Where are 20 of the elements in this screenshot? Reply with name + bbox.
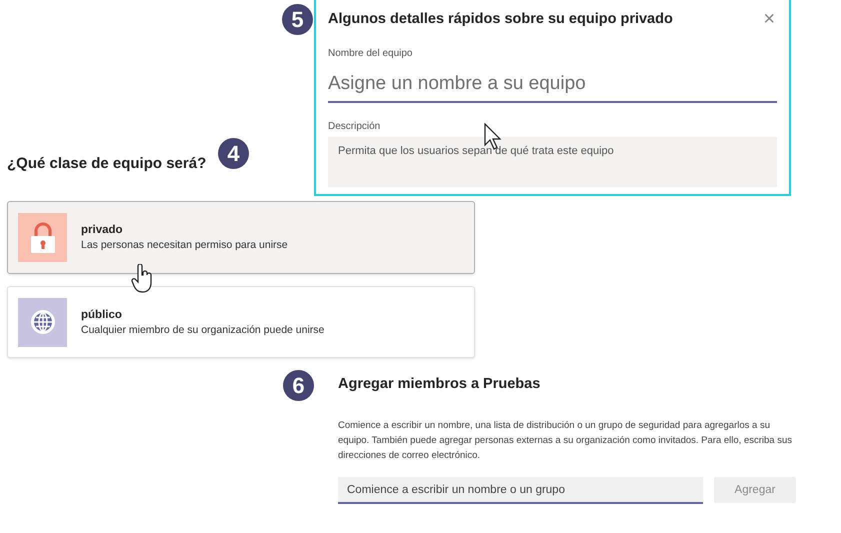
option-title: privado bbox=[81, 224, 124, 236]
description-field[interactable]: Permita que los usuarios sepan de qué trata este equipo bbox=[328, 137, 777, 187]
globe-icon bbox=[30, 309, 56, 335]
padlock-icon bbox=[30, 222, 56, 254]
option-description: Las personas necesitan permiso para unirse bbox=[81, 239, 288, 251]
section-title: Agregar miembros a Pruebas bbox=[338, 376, 542, 392]
option-description: Cualquier miembro de su organización puede unirse bbox=[81, 324, 324, 336]
close-button[interactable]: × bbox=[761, 10, 777, 28]
step-badge: 6 bbox=[283, 370, 314, 401]
instructions-text: Comience a escribir un nombre, una lista de distribución o un grupo de seguridad para agregarlos a su equipo. También puede agregar personas externas a su organización como invitados. Para ello, escriba sus direcciones de correo electrónico. bbox=[338, 419, 793, 463]
option-title: público bbox=[81, 308, 123, 320]
team-type-option[interactable]: público Cualquier miembro de su organización puede unirse bbox=[7, 286, 475, 358]
step-badge: 5 bbox=[282, 4, 313, 35]
dialog-title: Algunos detalles rápidos sobre su equipo privado bbox=[328, 11, 673, 27]
step-badge: 4 bbox=[218, 138, 249, 169]
section-heading: ¿Qué clase de equipo será? bbox=[7, 155, 208, 172]
member-search-field[interactable]: Comience a escribir un nombre o un grupo bbox=[338, 477, 703, 504]
field-label: Descripción bbox=[328, 121, 382, 132]
team-type-option[interactable]: privado Las personas necesitan permiso para unirse bbox=[7, 201, 475, 274]
field-label: Nombre del equipo bbox=[328, 48, 414, 59]
